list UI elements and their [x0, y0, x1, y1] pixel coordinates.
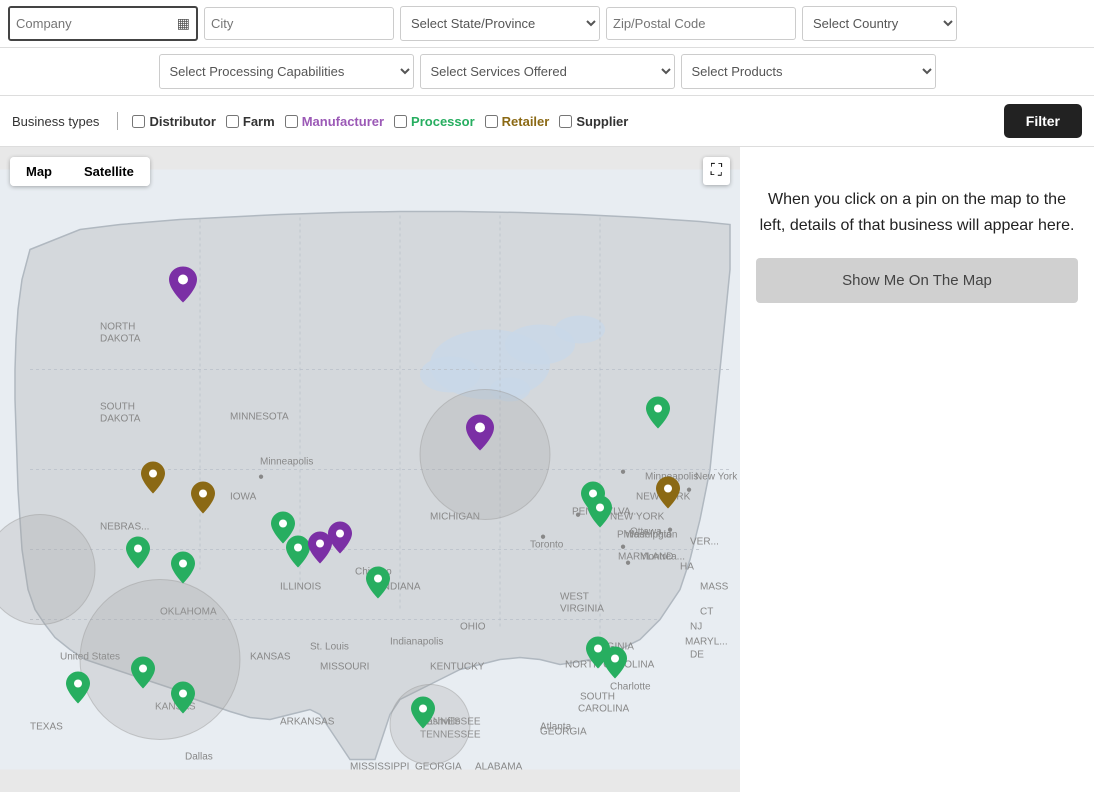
- search-bar: ▦ Select State/Province AlabamaAlaskaAri…: [0, 0, 1094, 48]
- right-panel: When you click on a pin on the map to th…: [740, 147, 1094, 792]
- distributor-label: Distributor: [149, 114, 215, 129]
- map-tab-satellite[interactable]: Satellite: [68, 157, 150, 186]
- svg-text:●: ●: [258, 472, 264, 483]
- svg-text:MARYL...: MARYL...: [685, 637, 728, 648]
- svg-text:ARKANSAS: ARKANSAS: [280, 717, 335, 728]
- divider: [117, 112, 118, 130]
- svg-text:SOUTH: SOUTH: [100, 402, 135, 413]
- svg-text:VIRGINIA: VIRGINIA: [560, 604, 604, 615]
- processor-label: Processor: [411, 114, 475, 129]
- svg-text:MASS: MASS: [700, 582, 729, 593]
- country-select[interactable]: Select Country United StatesCanadaMexico: [802, 6, 957, 41]
- farm-label: Farm: [243, 114, 275, 129]
- map-container: Map Satellite ⛶ N: [0, 147, 740, 792]
- svg-text:NEBRAS...: NEBRAS...: [100, 522, 149, 533]
- svg-text:NJ: NJ: [690, 622, 702, 633]
- map-tab-map[interactable]: Map: [10, 157, 68, 186]
- retailer-checkbox-label[interactable]: Retailer: [485, 114, 550, 129]
- svg-text:DE: DE: [690, 650, 704, 661]
- farm-checkbox[interactable]: [226, 115, 239, 128]
- svg-text:NORTH: NORTH: [100, 322, 135, 333]
- svg-text:IOWA: IOWA: [230, 492, 257, 503]
- svg-text:Atlanta: Atlanta: [540, 722, 572, 733]
- svg-text:KENTUCKY: KENTUCKY: [430, 662, 485, 673]
- business-types-row: Business types Distributor Farm Manufact…: [0, 96, 1094, 147]
- main-content: Map Satellite ⛶ N: [0, 147, 1094, 792]
- svg-text:KANSAS: KANSAS: [250, 652, 291, 663]
- retailer-checkbox[interactable]: [485, 115, 498, 128]
- svg-text:MISSISSIPPI: MISSISSIPPI: [350, 762, 409, 773]
- supplier-label: Supplier: [576, 114, 628, 129]
- svg-text:DAKOTA: DAKOTA: [100, 414, 141, 425]
- distributor-checkbox-label[interactable]: Distributor: [132, 114, 215, 129]
- svg-text:MINNESOTA: MINNESOTA: [230, 412, 289, 423]
- state-select[interactable]: Select State/Province AlabamaAlaskaArizo…: [400, 6, 600, 41]
- map-fullscreen-button[interactable]: ⛶: [703, 157, 730, 185]
- processor-checkbox-label[interactable]: Processor: [394, 114, 475, 129]
- svg-text:●: ●: [620, 467, 626, 478]
- svg-text:Washington: Washington: [625, 530, 677, 541]
- svg-text:DAKOTA: DAKOTA: [100, 334, 141, 345]
- svg-text:OHIO: OHIO: [460, 622, 486, 633]
- distributor-checkbox[interactable]: [132, 115, 145, 128]
- services-select[interactable]: Select Services Offered: [420, 54, 675, 89]
- city-input[interactable]: [204, 7, 394, 40]
- svg-text:MISSOURI: MISSOURI: [320, 662, 369, 673]
- info-text: When you click on a pin on the map to th…: [756, 187, 1078, 238]
- svg-text:SOUTH: SOUTH: [580, 692, 615, 703]
- svg-text:Indianapolis: Indianapolis: [390, 637, 443, 648]
- manufacturer-checkbox[interactable]: [285, 115, 298, 128]
- svg-text:VER...: VER...: [690, 537, 719, 548]
- svg-text:Charlotte: Charlotte: [610, 682, 651, 693]
- svg-text:Toronto: Toronto: [530, 540, 564, 551]
- map-tab-controls: Map Satellite: [10, 157, 150, 186]
- retailer-label: Retailer: [502, 114, 550, 129]
- company-icon: ▦: [171, 15, 196, 32]
- manufacturer-checkbox-label[interactable]: Manufacturer: [285, 114, 384, 129]
- svg-text:ALABAMA: ALABAMA: [475, 762, 523, 773]
- processor-checkbox[interactable]: [394, 115, 407, 128]
- map-svg: NORTH DAKOTA SOUTH DAKOTA MINNESOTA IOWA…: [0, 147, 740, 792]
- products-select[interactable]: Select Products: [681, 54, 936, 89]
- company-input[interactable]: [10, 8, 171, 39]
- supplier-checkbox[interactable]: [559, 115, 572, 128]
- svg-text:ILLINOIS: ILLINOIS: [280, 582, 321, 593]
- farm-checkbox-label[interactable]: Farm: [226, 114, 275, 129]
- svg-text:●: ●: [540, 532, 546, 543]
- svg-text:TEXAS: TEXAS: [30, 722, 63, 733]
- svg-text:MARYLAND: MARYLAND: [618, 552, 673, 563]
- filter-dropdowns-row: Select Processing Capabilities Select Se…: [0, 48, 1094, 96]
- zip-input[interactable]: [606, 7, 796, 40]
- svg-text:HA: HA: [680, 562, 694, 573]
- filter-button[interactable]: Filter: [1004, 104, 1082, 138]
- svg-text:WEST: WEST: [560, 592, 589, 603]
- svg-text:St. Louis: St. Louis: [310, 642, 349, 653]
- processing-select[interactable]: Select Processing Capabilities: [159, 54, 414, 89]
- svg-text:New York: New York: [695, 472, 738, 483]
- svg-text:CAROLINA: CAROLINA: [578, 704, 629, 715]
- business-types-label: Business types: [12, 114, 99, 129]
- company-input-wrap: ▦: [8, 6, 198, 41]
- svg-text:Minneapolis: Minneapolis: [260, 457, 313, 468]
- manufacturer-label: Manufacturer: [302, 114, 384, 129]
- supplier-checkbox-label[interactable]: Supplier: [559, 114, 628, 129]
- show-map-button[interactable]: Show Me On The Map: [756, 258, 1078, 303]
- svg-text:Dallas: Dallas: [185, 752, 213, 763]
- svg-text:CT: CT: [700, 607, 713, 618]
